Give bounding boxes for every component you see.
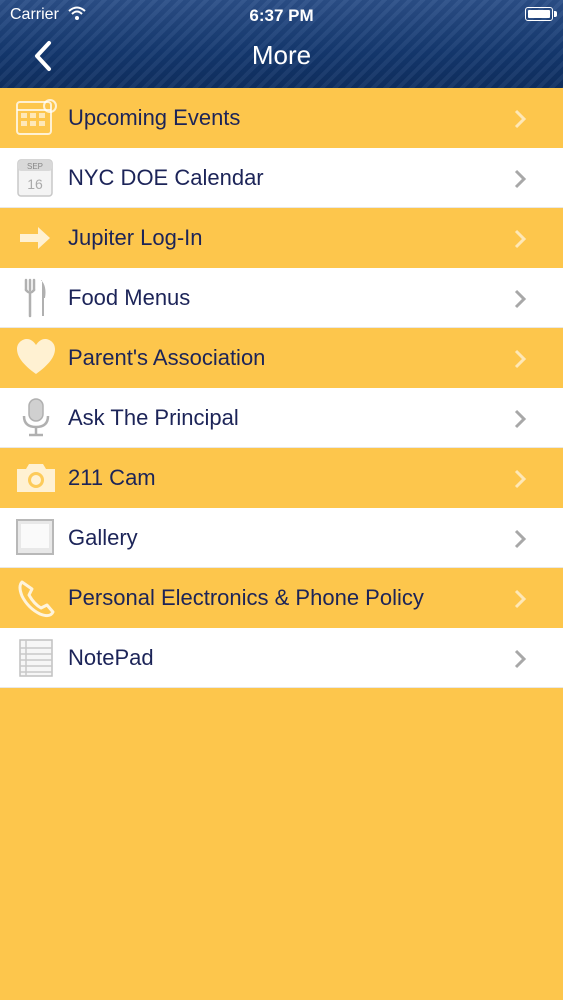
chevron-right-icon xyxy=(514,169,527,189)
menu-item-label: Jupiter Log-In xyxy=(68,225,203,250)
heart-icon xyxy=(17,339,55,374)
page-title: More xyxy=(251,40,312,70)
menu-item-upcoming-events[interactable]: Upcoming Events xyxy=(0,88,563,148)
chevron-right-icon xyxy=(514,349,527,369)
chevron-right-icon xyxy=(514,229,527,249)
arrow-right-icon xyxy=(20,227,50,249)
menu-item-label: Food Menus xyxy=(68,285,191,310)
battery-icon xyxy=(525,7,557,21)
svg-text:SEP: SEP xyxy=(27,162,43,171)
chevron-right-icon xyxy=(514,529,527,549)
calendar-grid-icon xyxy=(16,99,57,135)
camera-icon xyxy=(17,464,55,492)
calendar-page-icon: SEP 16 xyxy=(17,159,53,197)
menu-item-label: NotePad xyxy=(68,645,154,670)
menu-item-label: Ask The Principal xyxy=(68,405,239,430)
chevron-right-icon xyxy=(514,409,527,429)
menu-item-gallery[interactable]: Gallery xyxy=(0,508,563,568)
chevron-right-icon xyxy=(514,589,527,609)
menu-item-label: Parent's Association xyxy=(68,345,266,370)
microphone-icon xyxy=(22,398,50,437)
chevron-right-icon xyxy=(514,469,527,489)
menu-item-label: Personal Electronics & Phone Policy xyxy=(68,585,424,610)
menu-item-personal-electronics-phone-policy[interactable]: Personal Electronics & Phone Policy xyxy=(0,568,563,628)
menu-item-label: Gallery xyxy=(68,525,138,550)
menu-item-ask-the-principal[interactable]: Ask The Principal xyxy=(0,388,563,448)
menu-item-label: 211 Cam xyxy=(68,465,156,490)
menu-item-food-menus[interactable]: Food Menus xyxy=(0,268,563,328)
menu-item-jupiter-log-in[interactable]: Jupiter Log-In xyxy=(0,208,563,268)
status-bar: Carrier 6:37 PM xyxy=(0,0,563,30)
picture-frame-icon xyxy=(16,519,54,555)
menu-item-211-cam[interactable]: 211 Cam xyxy=(0,448,563,508)
fork-knife-icon xyxy=(24,278,46,318)
status-time: 6:37 PM xyxy=(249,6,314,25)
chevron-right-icon xyxy=(514,289,527,309)
notepad-icon xyxy=(19,639,53,677)
menu-item-label: NYC DOE Calendar xyxy=(68,165,264,190)
chevron-right-icon xyxy=(514,649,527,669)
menu-list: Upcoming Events SEP 16 NYC DOE Calendar … xyxy=(0,88,563,688)
phone-handset-icon xyxy=(18,580,55,618)
svg-text:16: 16 xyxy=(27,176,43,192)
nav-bar: Carrier 6:37 PM More xyxy=(0,0,563,88)
chevron-right-icon xyxy=(514,109,527,129)
menu-item-notepad[interactable]: NotePad xyxy=(0,628,563,688)
menu-item-label: Upcoming Events xyxy=(68,105,241,130)
menu-item-nyc-doe-calendar[interactable]: SEP 16 NYC DOE Calendar xyxy=(0,148,563,208)
menu-item-parents-association[interactable]: Parent's Association xyxy=(0,328,563,388)
